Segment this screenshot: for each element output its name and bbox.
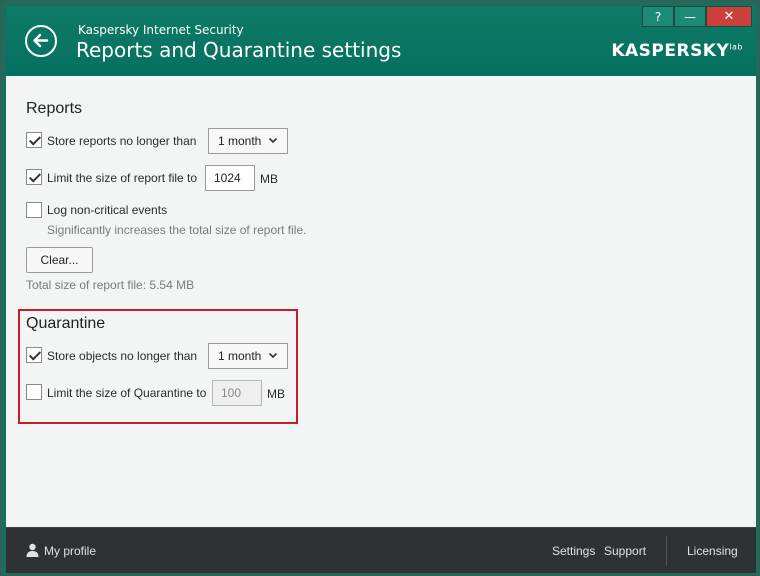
log-noncritical-hint: Significantly increases the total size o… xyxy=(47,223,307,237)
store-objects-checkbox[interactable] xyxy=(26,347,42,363)
quarantine-size-unit: MB xyxy=(267,387,285,401)
kaspersky-logo: KASPERSKYlab xyxy=(611,41,743,61)
minimize-button[interactable]: — xyxy=(674,6,706,27)
user-icon xyxy=(26,543,39,557)
total-report-size: Total size of report file: 5.54 MB xyxy=(26,278,195,292)
report-size-input[interactable]: 1024 xyxy=(205,165,255,191)
logo-suffix: lab xyxy=(729,42,743,52)
reports-section-title: Reports xyxy=(26,100,83,117)
report-size-unit: MB xyxy=(260,172,278,186)
settings-panel: Reports Store reports no longer than 1 m… xyxy=(6,76,756,527)
footer-divider xyxy=(666,536,667,566)
quarantine-section-title: Quarantine xyxy=(26,315,106,332)
chevron-down-icon xyxy=(268,137,278,144)
app-name: Kaspersky Internet Security xyxy=(78,23,244,37)
app-window: Kaspersky Internet Security Reports and … xyxy=(0,0,760,576)
close-button[interactable]: ✕ xyxy=(706,6,752,27)
clear-button[interactable]: Clear... xyxy=(26,247,93,273)
store-reports-label: Store reports no longer than xyxy=(47,134,197,148)
limit-report-size-label: Limit the size of report file to xyxy=(47,171,198,185)
store-reports-checkbox[interactable] xyxy=(26,132,42,148)
store-reports-period-value: 1 month xyxy=(218,134,262,148)
chevron-down-icon xyxy=(268,352,278,359)
licensing-link[interactable]: Licensing xyxy=(687,544,738,558)
limit-quarantine-size-checkbox[interactable] xyxy=(26,384,42,400)
footer-bar: My profile Settings Support Licensing xyxy=(6,527,756,573)
log-noncritical-checkbox[interactable] xyxy=(26,202,42,218)
store-objects-period-value: 1 month xyxy=(218,349,262,363)
back-button[interactable] xyxy=(25,25,57,57)
limit-quarantine-size-label: Limit the size of Quarantine to xyxy=(47,386,207,400)
header-bar: Kaspersky Internet Security Reports and … xyxy=(6,6,756,76)
store-objects-period-select[interactable]: 1 month xyxy=(208,343,288,369)
logo-text: KASPERSKY xyxy=(611,41,730,61)
arrow-left-icon xyxy=(33,33,49,48)
quarantine-size-input[interactable]: 100 xyxy=(212,380,262,406)
store-objects-label: Store objects no longer than xyxy=(47,349,198,363)
support-link[interactable]: Support xyxy=(604,544,646,558)
log-noncritical-label: Log non-critical events xyxy=(47,203,168,217)
limit-report-size-checkbox[interactable] xyxy=(26,169,42,185)
store-reports-period-select[interactable]: 1 month xyxy=(208,128,288,154)
page-title: Reports and Quarantine settings xyxy=(76,38,402,62)
help-button[interactable]: ? xyxy=(642,6,674,27)
my-profile-link[interactable]: My profile xyxy=(44,544,96,558)
settings-link[interactable]: Settings xyxy=(552,544,595,558)
